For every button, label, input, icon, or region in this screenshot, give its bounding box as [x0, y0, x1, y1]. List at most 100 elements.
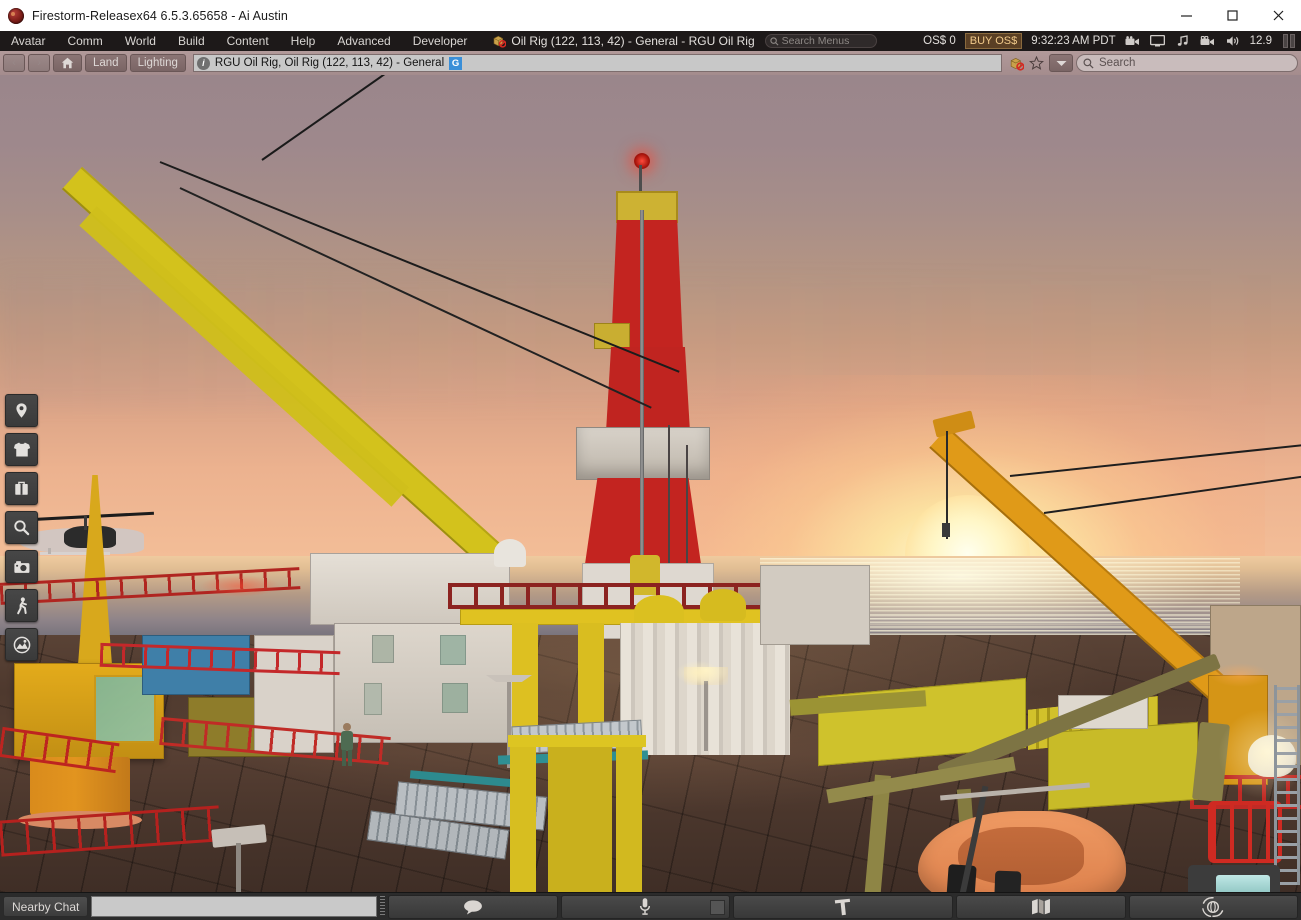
map-icon: [1032, 898, 1051, 915]
forward-button[interactable]: ›: [28, 54, 50, 72]
back-button[interactable]: ‹: [3, 54, 25, 72]
currency-balance[interactable]: OS$ 0: [923, 35, 956, 47]
parcel-no-build-icon[interactable]: [1009, 56, 1025, 71]
menu-avatar[interactable]: Avatar: [0, 31, 56, 51]
parcel-info[interactable]: Oil Rig (122, 113, 42) - General - RGU O…: [492, 34, 755, 48]
voice-button[interactable]: [560, 894, 730, 919]
skid-core: [548, 747, 612, 892]
skid-frame-right: [616, 737, 642, 892]
search-icon: [14, 520, 30, 536]
location-bar[interactable]: i RGU Oil Rig, Oil Rig (122, 113, 42) - …: [192, 54, 1002, 72]
parcel-info-text: Oil Rig (122, 113, 42) - General - RGU O…: [511, 34, 755, 48]
search-icon: [769, 36, 779, 45]
build-button[interactable]: [732, 894, 954, 919]
menu-status-area: OS$ 0 BUY OS$ 9:32:23 AM PDT 12.9: [923, 33, 1301, 49]
performance-bars: [1283, 34, 1295, 48]
menu-bar: Avatar Comm World Build Content Help Adv…: [0, 31, 1301, 51]
volume-icon[interactable]: [1225, 34, 1241, 48]
screen-icon[interactable]: [1150, 34, 1166, 48]
menu-build[interactable]: Build: [167, 31, 216, 51]
world-3d-viewport[interactable]: [0, 75, 1301, 892]
star-icon[interactable]: [1026, 56, 1046, 70]
shirt-icon: [13, 442, 30, 457]
menu-content[interactable]: Content: [216, 31, 280, 51]
walking-person-icon: [16, 596, 27, 614]
firestorm-viewer-window: Firestorm-Releasex64 6.5.3.65658 - Ai Au…: [0, 0, 1301, 920]
inventory-button[interactable]: [5, 472, 38, 505]
accommodation-window-4: [364, 683, 382, 715]
ladder-right: [1274, 685, 1300, 885]
crane-right-hook: [942, 523, 950, 537]
chat-button[interactable]: [388, 894, 558, 919]
close-button[interactable]: [1255, 0, 1301, 31]
people-globe-icon: [1202, 896, 1224, 917]
accommodation-window-2: [440, 635, 466, 665]
left-toolbar: [5, 394, 38, 661]
snapshot-button[interactable]: [5, 550, 38, 583]
map-button[interactable]: [956, 894, 1126, 919]
fps-counter: 12.9: [1249, 35, 1272, 47]
search-button[interactable]: [5, 511, 38, 544]
menu-search-box[interactable]: Search Menus: [764, 34, 877, 48]
microphone-icon: [640, 898, 651, 915]
menu-world[interactable]: World: [114, 31, 167, 51]
boat-outboard-2: [992, 870, 1022, 892]
search-input[interactable]: Search: [1076, 54, 1298, 72]
search-icon: [1083, 58, 1094, 69]
movement-button[interactable]: [5, 589, 38, 622]
skid-frame-left: [510, 743, 536, 892]
right-building: [760, 565, 870, 645]
maturity-badge: G: [449, 56, 463, 70]
inventory-bag-icon: [15, 481, 28, 495]
buy-currency-button[interactable]: BUY OS$: [964, 33, 1023, 49]
camera-icon: [13, 560, 29, 573]
accommodation-window-3: [442, 683, 468, 713]
info-icon[interactable]: i: [196, 56, 210, 70]
menu-advanced[interactable]: Advanced: [326, 31, 401, 51]
derrick-crown: [616, 191, 678, 223]
deck-glow-3: [676, 661, 720, 685]
accommodation-window-1: [372, 635, 394, 663]
clock[interactable]: 9:32:23 AM PDT: [1031, 35, 1115, 47]
music-note-icon[interactable]: [1175, 34, 1191, 48]
firestorm-logo-icon: [8, 7, 24, 24]
bottom-toolbar: Nearby Chat: [0, 892, 1301, 920]
window-title: Firestorm-Releasex64 6.5.3.65658 - Ai Au…: [32, 8, 288, 23]
landscape-photo-icon: [13, 636, 30, 653]
maximize-button[interactable]: [1209, 0, 1255, 31]
navigation-bar: ‹ › Land Lighting i RGU Oil Rig, Oil Rig…: [0, 51, 1301, 75]
voice-toggle[interactable]: [709, 899, 725, 915]
search-placeholder: Search: [1099, 57, 1136, 69]
menu-comm[interactable]: Comm: [56, 31, 113, 51]
caged-light: [1208, 801, 1282, 863]
yellow-container-right: [1048, 721, 1198, 811]
places-button[interactable]: [5, 394, 38, 427]
deck-glow-2: [1210, 663, 1270, 687]
lighting-button[interactable]: Lighting: [129, 54, 186, 72]
appearance-button[interactable]: [5, 433, 38, 466]
title-bar: Firestorm-Releasex64 6.5.3.65658 - Ai Au…: [0, 0, 1301, 31]
deck-glow-1: [200, 575, 280, 597]
speech-bubble-icon: [464, 899, 482, 914]
location-text: RGU Oil Rig, Oil Rig (122, 113, 42) - Ge…: [214, 57, 445, 69]
land-button[interactable]: Land: [85, 54, 127, 72]
menu-developer[interactable]: Developer: [402, 31, 479, 51]
menu-search-placeholder: Search Menus: [781, 35, 850, 47]
people-button[interactable]: [1128, 894, 1299, 919]
menu-help[interactable]: Help: [280, 31, 327, 51]
location-pin-icon: [16, 403, 27, 418]
chat-resize-grip[interactable]: [379, 896, 386, 917]
home-icon: [61, 57, 74, 69]
minimize-button[interactable]: [1163, 0, 1209, 31]
accommodation-block-lower: [334, 623, 524, 743]
derrick-mast-light: [634, 153, 650, 169]
movie-camera-icon[interactable]: [1200, 34, 1216, 48]
nearby-chat-button[interactable]: Nearby Chat: [3, 896, 89, 917]
chevron-down-icon[interactable]: [1049, 54, 1073, 72]
skid-beam-top: [508, 735, 646, 747]
machinery-light: [1216, 875, 1270, 892]
photo-button[interactable]: [5, 628, 38, 661]
media-camera-icon[interactable]: [1125, 34, 1141, 48]
home-button[interactable]: [53, 54, 82, 72]
chat-input[interactable]: [91, 896, 377, 917]
